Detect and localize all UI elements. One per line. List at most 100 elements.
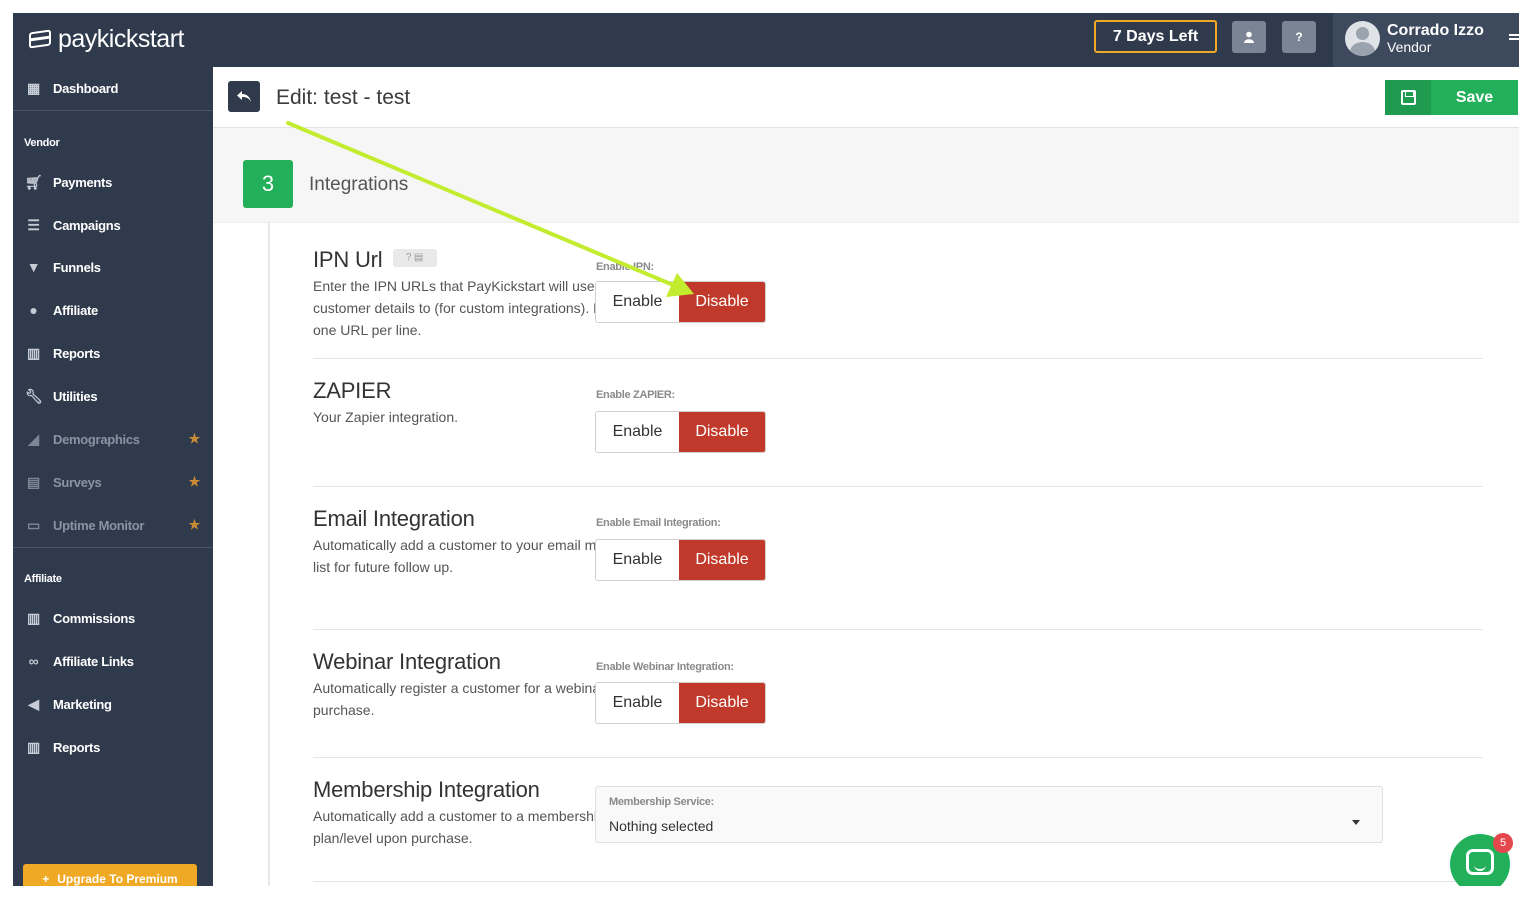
- sidebar-item-label: Reports: [53, 739, 101, 755]
- ipn-toggle: Enable Disable: [595, 281, 766, 323]
- menu-icon[interactable]: [1509, 32, 1519, 44]
- sidebar-item-label: Reports: [53, 345, 101, 361]
- row-divider: [313, 757, 1483, 758]
- wrench-icon: 🔧︎: [25, 387, 43, 404]
- logo[interactable]: paykickstart: [29, 25, 184, 53]
- sidebar-item-label: Commissions: [53, 610, 135, 626]
- caret-down-icon: [1352, 820, 1360, 825]
- list-icon: ☰: [27, 216, 40, 233]
- disable-button[interactable]: Disable: [679, 412, 765, 452]
- toggle-label: Enable Email Integration:: [596, 517, 721, 529]
- sidebar-item-affiliate[interactable]: ● Affiliate: [13, 291, 213, 329]
- section-title: Integrations: [309, 174, 409, 195]
- row-divider: [313, 486, 1483, 487]
- back-button[interactable]: [228, 81, 260, 112]
- sidebar-item-label: Funnels: [53, 259, 101, 275]
- toggle-label: Enable IPN:: [596, 261, 654, 273]
- user-name: Corrado Izzo: [1387, 22, 1484, 39]
- row-divider: [313, 358, 1483, 359]
- profile-button[interactable]: [1232, 21, 1266, 53]
- select-value: Nothing selected: [609, 818, 714, 834]
- sidebar-item-affiliate-reports[interactable]: ▥ Reports: [13, 728, 213, 766]
- plus-icon: +: [42, 872, 50, 886]
- integration-title: Email Integration: [313, 506, 475, 531]
- trial-days-left-button[interactable]: 7 Days Left: [1094, 20, 1217, 53]
- sidebar-item-affiliate-links[interactable]: ∞ Affiliate Links: [13, 642, 213, 680]
- premium-star-icon: ★: [188, 517, 201, 532]
- premium-star-icon: ★: [188, 431, 201, 446]
- cart-icon: 🛒︎: [25, 173, 43, 190]
- email-toggle: Enable Disable: [595, 539, 766, 581]
- document-icon: ▤: [27, 473, 40, 490]
- app-window: paykickstart 7 Days Left ? Corrado Izzo …: [13, 13, 1519, 886]
- sidebar: ▦ Dashboard Vendor 🛒︎ Payments ☰ Campaig…: [13, 67, 213, 886]
- sidebar-item-label: Uptime Monitor: [53, 517, 145, 533]
- enable-button[interactable]: Enable: [596, 282, 679, 322]
- integration-row-email: Email Integration Automatically add a cu…: [313, 506, 1483, 578]
- sidebar-item-commissions[interactable]: ▥ Commissions: [13, 599, 213, 637]
- save-button[interactable]: Save: [1385, 80, 1518, 115]
- bar-chart-icon: ▥: [27, 738, 40, 755]
- upgrade-button[interactable]: + Upgrade To Premium: [23, 864, 197, 886]
- section-header: 3 Integrations: [213, 128, 1519, 223]
- integration-title: Webinar Integration: [313, 649, 501, 674]
- sidebar-item-uptime-monitor[interactable]: ▭ Uptime Monitor ★: [13, 506, 213, 544]
- row-divider: [313, 629, 1483, 630]
- disable-button[interactable]: Disable: [679, 540, 765, 580]
- sidebar-item-reports[interactable]: ▥ Reports: [13, 334, 213, 372]
- integration-row-zapier: ZAPIER Your Zapier integration.: [313, 378, 1483, 428]
- logo-text: paykickstart: [58, 24, 184, 53]
- sidebar-item-campaigns[interactable]: ☰ Campaigns: [13, 206, 213, 244]
- integration-row-ipn: IPN Url? ▤ Enter the IPN URLs that PayKi…: [313, 247, 1483, 341]
- sidebar-item-marketing[interactable]: ◀ Marketing: [13, 685, 213, 723]
- step-number-badge: 3: [243, 160, 293, 208]
- integration-row-webinar: Webinar Integration Automatically regist…: [313, 649, 1483, 721]
- premium-star-icon: ★: [188, 474, 201, 489]
- sidebar-item-label: Affiliate Links: [53, 653, 134, 669]
- save-label: Save: [1455, 88, 1494, 106]
- bar-chart-icon: ▥: [27, 609, 40, 626]
- sidebar-item-utilities[interactable]: 🔧︎ Utilities: [13, 377, 213, 415]
- sidebar-item-surveys[interactable]: ▤ Surveys ★: [13, 463, 213, 501]
- sidebar-item-demographics[interactable]: ◢ Demographics ★: [13, 420, 213, 458]
- user-icon: ●: [29, 302, 38, 318]
- sidebar-item-payments[interactable]: 🛒︎ Payments: [13, 163, 213, 201]
- user-menu[interactable]: Corrado Izzo Vendor: [1333, 13, 1519, 67]
- select-label: Membership Service:: [609, 796, 714, 808]
- webinar-toggle: Enable Disable: [595, 682, 766, 724]
- avatar: [1345, 21, 1380, 56]
- top-bar: paykickstart 7 Days Left ? Corrado Izzo …: [13, 13, 1519, 67]
- card-logo-icon: [29, 29, 51, 49]
- sidebar-item-dashboard[interactable]: ▦ Dashboard: [13, 69, 213, 107]
- filter-icon: ▼: [26, 259, 41, 275]
- sidebar-item-label: Affiliate: [53, 302, 98, 318]
- bar-chart-icon: ▥: [27, 344, 40, 361]
- integration-title: IPN Url? ▤: [313, 247, 1483, 273]
- chat-unread-badge: 5: [1493, 833, 1513, 853]
- toggle-label: Enable ZAPIER:: [596, 389, 675, 401]
- back-arrow-icon: [237, 90, 251, 102]
- zapier-toggle: Enable Disable: [595, 411, 766, 453]
- disable-button[interactable]: Disable: [679, 683, 765, 723]
- sidebar-item-label: Payments: [53, 174, 113, 190]
- enable-button[interactable]: Enable: [596, 540, 679, 580]
- sidebar-item-label: Campaigns: [53, 217, 121, 233]
- sidebar-item-label: Demographics: [53, 431, 140, 447]
- floppy-disk-icon: [1385, 80, 1431, 115]
- disable-button[interactable]: Disable: [679, 282, 765, 322]
- timeline-line: [268, 223, 270, 886]
- membership-service-select[interactable]: Membership Service: Nothing selected: [595, 786, 1383, 843]
- enable-button[interactable]: Enable: [596, 412, 679, 452]
- sidebar-section-affiliate: Affiliate: [24, 573, 62, 585]
- help-button[interactable]: ?: [1282, 21, 1316, 53]
- enable-button[interactable]: Enable: [596, 683, 679, 723]
- area-chart-icon: ◢: [28, 430, 39, 447]
- sidebar-item-label: Dashboard: [53, 80, 119, 96]
- megaphone-icon: ◀: [28, 695, 39, 712]
- link-icon: ∞: [28, 653, 39, 669]
- help-icon[interactable]: ? ▤: [392, 249, 437, 268]
- sidebar-section-vendor: Vendor: [24, 137, 60, 149]
- sidebar-item-funnels[interactable]: ▼ Funnels: [13, 248, 213, 286]
- user-icon: [1244, 31, 1254, 43]
- user-role: Vendor: [1387, 39, 1432, 55]
